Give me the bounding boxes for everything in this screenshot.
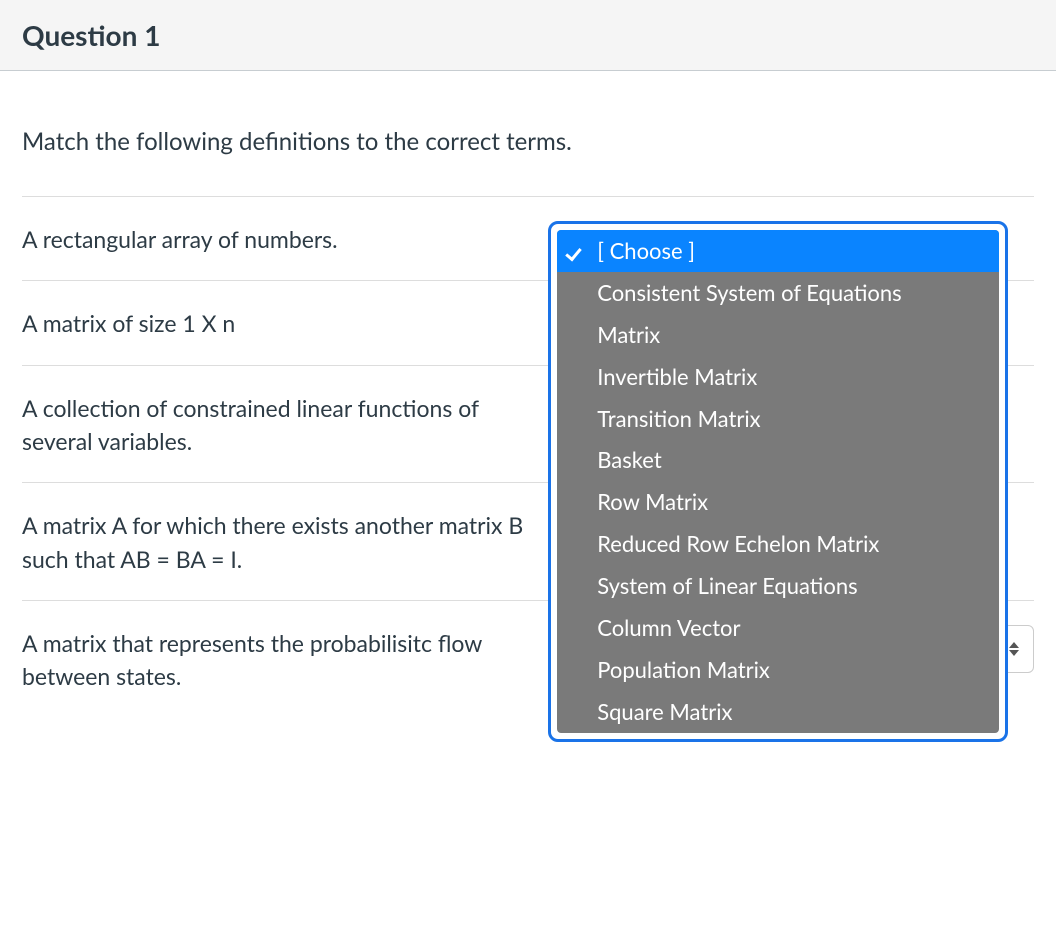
dropdown-option[interactable]: Row Matrix — [557, 481, 999, 523]
match-row: A rectangular array of numbers. [ Choose… — [22, 196, 1034, 280]
match-rows: A rectangular array of numbers. [ Choose… — [22, 196, 1034, 724]
question-header: Question 1 — [0, 0, 1056, 71]
dropdown-option[interactable]: Column Vector — [557, 607, 999, 649]
answer-dropdown-open: [ Choose ] Consistent System of Equation… — [548, 221, 1008, 742]
dropdown-option[interactable]: Square Matrix — [557, 691, 999, 733]
match-prompt: A matrix A for which there exists anothe… — [22, 507, 548, 576]
dropdown-option-label: Reduced Row Echelon Matrix — [597, 530, 879, 557]
match-prompt: A collection of constrained linear funct… — [22, 390, 548, 459]
dropdown-option[interactable]: Invertible Matrix — [557, 356, 999, 398]
dropdown-option-label: [ Choose ] — [597, 237, 695, 264]
question-content: Match the following definitions to the c… — [0, 71, 1056, 724]
dropdown-option-label: Column Vector — [597, 614, 740, 641]
dropdown-option[interactable]: System of Linear Equations — [557, 565, 999, 607]
dropdown-option[interactable]: Population Matrix — [557, 649, 999, 691]
dropdown-option-label: Basket — [597, 446, 661, 473]
dropdown-option-choose[interactable]: [ Choose ] — [557, 230, 999, 272]
dropdown-option-label: System of Linear Equations — [597, 572, 857, 599]
dropdown-option-label: Population Matrix — [597, 656, 770, 683]
dropdown-option-label: Matrix — [597, 321, 660, 348]
dropdown-option-label: Consistent System of Equations — [597, 279, 901, 306]
dropdown-menu[interactable]: [ Choose ] Consistent System of Equation… — [557, 230, 999, 733]
dropdown-option[interactable]: Reduced Row Echelon Matrix — [557, 523, 999, 565]
dropdown-option[interactable]: Matrix — [557, 314, 999, 356]
dropdown-option[interactable]: Consistent System of Equations — [557, 272, 999, 314]
instructions-text: Match the following definitions to the c… — [22, 127, 1034, 156]
question-title: Question 1 — [22, 18, 1034, 52]
checkmark-icon — [567, 243, 585, 257]
match-prompt: A matrix that represents the probabilisi… — [22, 625, 548, 694]
dropdown-option-label: Transition Matrix — [597, 405, 760, 432]
dropdown-option[interactable]: Basket — [557, 439, 999, 481]
match-prompt: A matrix of size 1 X n — [22, 305, 548, 340]
updown-icon — [1009, 642, 1019, 656]
match-prompt: A rectangular array of numbers. — [22, 221, 548, 256]
dropdown-option[interactable]: Transition Matrix — [557, 398, 999, 440]
dropdown-option-label: Row Matrix — [597, 488, 708, 515]
dropdown-outline: [ Choose ] Consistent System of Equation… — [548, 221, 1008, 742]
dropdown-option-label: Invertible Matrix — [597, 363, 757, 390]
dropdown-option-label: Square Matrix — [597, 698, 732, 725]
